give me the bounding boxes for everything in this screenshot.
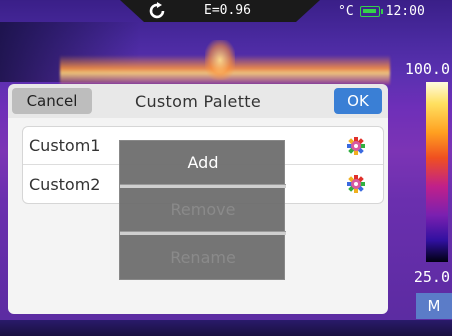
thermal-bottom [0,320,452,336]
menu-item-rename: Rename [170,247,236,267]
color-scale-bar [426,82,448,262]
mode-badge[interactable]: M [416,293,452,319]
battery-icon [359,5,383,17]
emissivity-value: E=0.96 [204,3,251,18]
status-right: °C 12:00 [338,2,452,20]
dialog-title: Custom Palette [135,91,261,111]
palette-name: Custom2 [29,174,101,194]
status-bar: E=0.96 °C 12:00 [0,0,452,22]
scale-max-label: 100.0 [404,60,450,78]
menu-item-remove: Remove [120,188,286,232]
palette-context-menu: Add Remove Rename [119,140,286,280]
palette-gear-icon[interactable] [347,137,365,155]
scale-min-label: 25.0 [413,268,450,286]
palette-gear-icon[interactable] [347,175,365,193]
refresh-icon[interactable] [148,2,168,20]
ok-button[interactable]: OK [334,88,382,114]
menu-item-add[interactable]: Add [120,141,286,185]
palette-name: Custom1 [29,136,101,155]
dialog-header: Cancel Custom Palette OK [8,84,388,118]
temperature-unit: °C [338,3,354,19]
cancel-button[interactable]: Cancel [12,88,92,114]
clock: 12:00 [385,3,425,19]
thermal-hot-spot [205,40,235,80]
